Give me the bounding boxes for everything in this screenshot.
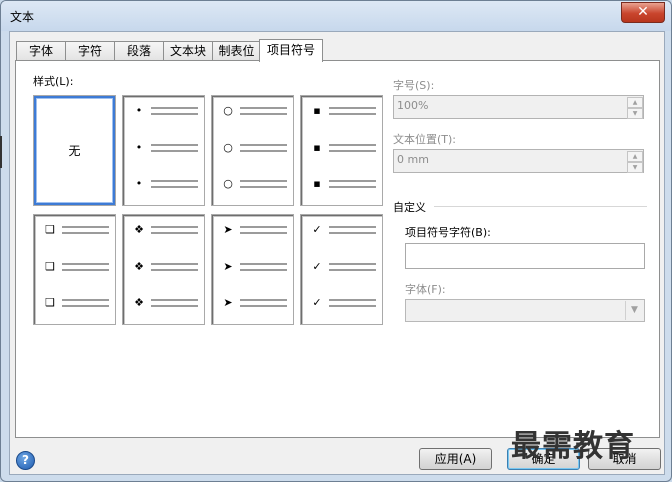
window-title: 文本	[10, 10, 35, 24]
arrowhead-icon: ➤	[223, 223, 233, 236]
text-dialog: 文本 ✕ 字体 字符 段落 文本块 制表位 项目符号 样式(L): 无 • • …	[0, 0, 672, 482]
edge-decoration	[0, 136, 2, 168]
bullet-style-none[interactable]: 无	[33, 95, 116, 206]
tab-font[interactable]: 字体	[16, 41, 66, 61]
bullet-style-hollow-circle[interactable]: ○ ○ ○	[211, 95, 294, 206]
filled-dot-icon: •	[135, 177, 143, 190]
position-label: 文本位置(T):	[393, 133, 457, 146]
hollow-circle-icon: ○	[223, 104, 233, 117]
small-square-icon: ▪	[313, 104, 321, 117]
bullet-style-hollow-square[interactable]: ❑ ❑ ❑	[33, 214, 116, 325]
small-square-icon: ▪	[313, 177, 321, 190]
bullet-char-input[interactable]	[405, 243, 645, 269]
none-label: 无	[68, 144, 81, 158]
small-square-icon: ▪	[313, 141, 321, 154]
style-label: 样式(L):	[33, 75, 74, 88]
hollow-circle-icon: ○	[223, 177, 233, 190]
arrowhead-icon: ➤	[223, 296, 233, 309]
bullet-style-filled-dot[interactable]: • • •	[122, 95, 205, 206]
size-label: 字号(S):	[393, 79, 435, 92]
diamond-cluster-icon: ❖	[134, 260, 144, 273]
tab-text-block[interactable]: 文本块	[163, 41, 213, 61]
diamond-cluster-icon: ❖	[134, 296, 144, 309]
section-divider	[434, 206, 647, 207]
hollow-circle-icon: ○	[223, 141, 233, 154]
filled-dot-icon: •	[135, 141, 143, 154]
spin-down-icon[interactable]: ▼	[627, 162, 643, 173]
tab-paragraph[interactable]: 段落	[114, 41, 164, 61]
bullet-style-arrowhead[interactable]: ➤ ➤ ➤	[211, 214, 294, 325]
watermark-logo: 最需教育	[511, 429, 635, 464]
bullet-style-small-square[interactable]: ▪ ▪ ▪	[300, 95, 383, 206]
bullets-panel: 样式(L): 无 • • • ○ ○ ○ ▪ ▪ ▪ ❑ ❑ ❑ ❖ ❖ ❖ ➤…	[15, 60, 660, 438]
size-spinner[interactable]: 100% ▲ ▼	[393, 95, 644, 119]
dialog-client-area: 字体 字符 段落 文本块 制表位 项目符号 样式(L): 无 • • • ○ ○…	[9, 31, 665, 475]
spin-down-icon[interactable]: ▼	[627, 108, 643, 119]
font-select[interactable]: ▼	[405, 299, 645, 322]
apply-button[interactable]: 应用(A)	[419, 448, 492, 470]
position-value: 0 mm	[397, 153, 429, 166]
hollow-square-icon: ❑	[45, 223, 55, 236]
filled-dot-icon: •	[135, 104, 143, 117]
check-icon: ✓	[312, 223, 322, 236]
bullet-style-check[interactable]: ✓ ✓ ✓	[300, 214, 383, 325]
check-icon: ✓	[312, 260, 322, 273]
custom-section-label: 自定义	[393, 201, 426, 214]
diamond-cluster-icon: ❖	[134, 223, 144, 236]
close-icon[interactable]: ✕	[621, 2, 665, 23]
spin-up-icon[interactable]: ▲	[627, 97, 643, 108]
font-label: 字体(F):	[405, 283, 446, 296]
spin-up-icon[interactable]: ▲	[627, 151, 643, 162]
hollow-square-icon: ❑	[45, 260, 55, 273]
tab-bullets[interactable]: 项目符号	[259, 39, 323, 62]
chevron-down-icon[interactable]: ▼	[625, 301, 643, 320]
title-bar: 文本 ✕	[1, 1, 671, 31]
hollow-square-icon: ❑	[45, 296, 55, 309]
size-value: 100%	[397, 99, 429, 112]
tab-character[interactable]: 字符	[65, 41, 115, 61]
check-icon: ✓	[312, 296, 322, 309]
tab-tabs[interactable]: 制表位	[212, 41, 261, 61]
bullet-char-label: 项目符号字符(B):	[405, 226, 491, 239]
bullet-style-diamond-cluster[interactable]: ❖ ❖ ❖	[122, 214, 205, 325]
position-spinner[interactable]: 0 mm ▲ ▼	[393, 149, 644, 173]
arrowhead-icon: ➤	[223, 260, 233, 273]
help-icon[interactable]: ?	[16, 451, 35, 470]
